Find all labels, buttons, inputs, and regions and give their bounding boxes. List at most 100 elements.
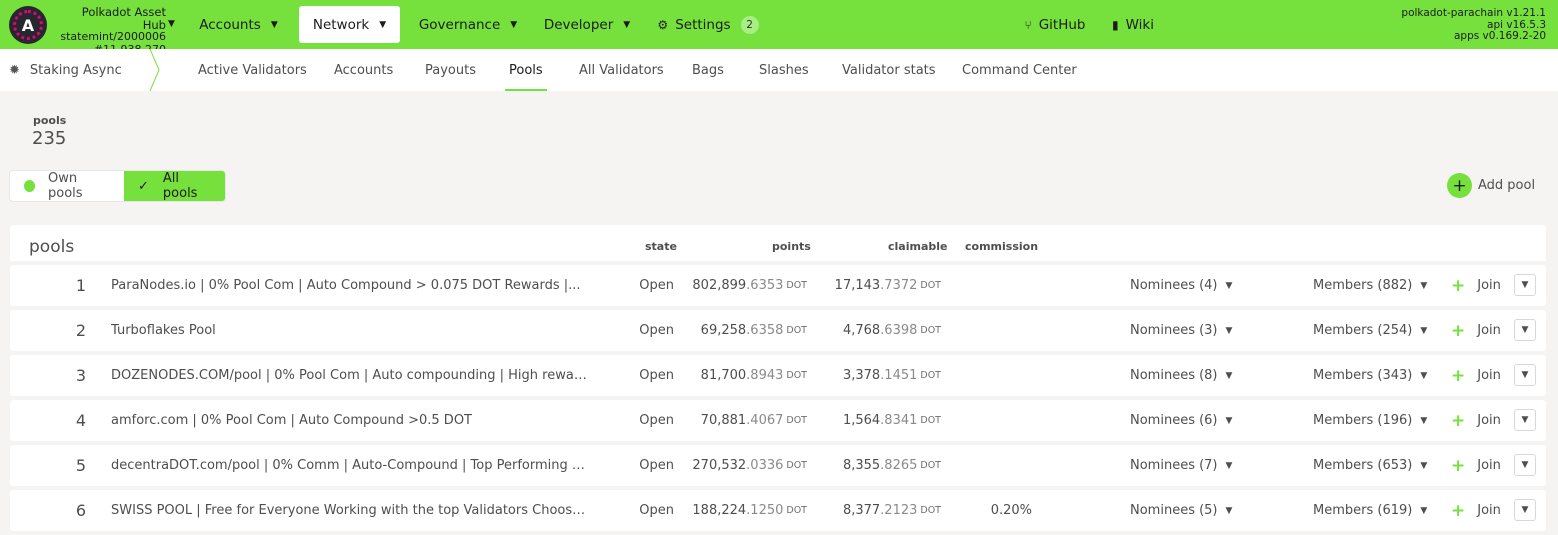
chain-name: Polkadot Asset Hub [81,5,166,32]
pool-points: 69,258.6358 DOT [670,310,807,351]
chevron-down-icon: ▼ [1225,280,1233,291]
chevron-down-icon: ▼ [1420,325,1428,336]
github-link[interactable]: ⑂ GitHub [1020,6,1090,43]
points-unit: DOT [786,415,807,426]
nominees-dropdown[interactable]: Nominees (5) ▼ [1130,490,1240,531]
pool-commission: 0.20% [990,503,1032,518]
claimable-decimal: .7372 [880,278,918,293]
tab-all-validators[interactable]: All Validators [579,49,664,91]
table-row: 2 Turboflakes Pool Open 69,258.6358 DOT 4… [10,310,1546,351]
pool-state: Open [639,458,674,473]
nominees-dropdown[interactable]: Nominees (3) ▼ [1130,310,1240,351]
members-dropdown[interactable]: Members (343) ▼ [1313,355,1443,396]
members-dropdown[interactable]: Members (619) ▼ [1313,490,1443,531]
checkmark-icon: ✓ [138,178,149,194]
claimable-unit: DOT [920,505,941,516]
nominees-dropdown[interactable]: Nominees (7) ▼ [1130,445,1240,486]
join-label: Join [1477,458,1501,473]
book-icon: ▮ [1112,17,1119,32]
tab-active-validators[interactable]: Active Validators [198,49,307,91]
all-pools-button[interactable]: ✓ All pools [124,171,225,201]
chevron-down-icon: ▼ [1420,370,1428,381]
pool-state: Open [639,368,674,383]
row-menu-button[interactable]: ▼ [1514,454,1536,476]
points-integer: 802,899 [692,278,747,293]
nominees-label: Nominees (4) [1130,278,1218,293]
points-decimal: .0336 [746,458,784,473]
chevron-down-icon: ▼ [1420,280,1428,291]
members-dropdown[interactable]: Members (882) ▼ [1313,265,1443,306]
plus-icon: + [1451,455,1466,476]
nominees-dropdown[interactable]: Nominees (4) ▼ [1130,265,1240,306]
nominees-dropdown[interactable]: Nominees (8) ▼ [1130,355,1240,396]
nav-network[interactable]: Network ▼ [299,6,400,43]
chevron-down-icon: ▼ [1420,460,1428,471]
members-dropdown[interactable]: Members (254) ▼ [1313,310,1443,351]
row-menu-button[interactable]: ▼ [1514,364,1536,386]
chevron-down-icon: ▼ [1225,460,1233,471]
nav-governance[interactable]: Governance ▼ [410,6,526,43]
row-menu-button[interactable]: ▼ [1514,499,1536,521]
tab-validator-stats[interactable]: Validator stats [842,49,936,91]
add-pool-button[interactable]: + Add pool [1447,173,1535,198]
tab-bags[interactable]: Bags [692,49,724,91]
points-decimal: .4067 [746,413,784,428]
nav-accounts-label: Accounts [199,16,261,33]
join-button[interactable]: + Join [1451,355,1511,396]
pools-table: pools state points claimable commission … [10,225,1546,535]
claimable-integer: 8,355 [842,458,881,473]
tab-slashes[interactable]: Slashes [759,49,809,91]
points-unit: DOT [786,505,807,516]
claimable-integer: 3,378 [842,368,881,383]
section-title: ✹ Staking Async [9,49,122,91]
app-logo[interactable]: A [9,6,47,44]
chevron-down-icon[interactable]: ▼ [168,19,175,29]
join-label: Join [1477,413,1501,428]
points-decimal: .6353 [746,278,784,293]
header-points: points [772,240,811,253]
chevron-down-icon: ▼ [1521,280,1529,290]
wiki-link[interactable]: ▮ Wiki [1106,6,1160,43]
tab-pools[interactable]: Pools [505,49,547,91]
members-label: Members (343) [1313,368,1413,383]
table-title: pools [29,237,75,257]
own-pools-label: Own pools [47,171,83,201]
chevron-down-icon: ▼ [1521,325,1529,335]
row-menu-button[interactable]: ▼ [1514,319,1536,341]
members-dropdown[interactable]: Members (653) ▼ [1313,445,1443,486]
code-branch-icon: ⑂ [1024,17,1032,32]
nav-settings[interactable]: ⚙ Settings 2 [652,6,764,43]
pool-commission [970,400,1032,441]
plus-icon: + [1447,173,1472,198]
claimable-integer: 4,768 [842,323,881,338]
points-integer: 270,532 [692,458,747,473]
join-button[interactable]: + Join [1451,265,1511,306]
points-integer: 188,224 [692,503,747,518]
join-button[interactable]: + Join [1451,445,1511,486]
apps-version: apps v0.169.2-20 [1453,30,1546,42]
table-row: 4 amforc.com | 0% Pool Com | Auto Compou… [10,400,1546,441]
pool-name: ParaNodes.io | 0% Pool Com | Auto Compou… [111,278,581,293]
tab-command-center[interactable]: Command Center [962,49,1077,91]
points-decimal: .6358 [746,323,784,338]
status-dot-icon [24,180,35,192]
points-decimal: .1250 [746,503,784,518]
own-pools-button[interactable]: Own pools [10,171,124,201]
tab-payouts[interactable]: Payouts [425,49,476,91]
members-dropdown[interactable]: Members (196) ▼ [1313,400,1443,441]
claimable-unit: DOT [920,415,941,426]
row-menu-button[interactable]: ▼ [1514,274,1536,296]
join-button[interactable]: + Join [1451,490,1511,531]
join-button[interactable]: + Join [1451,310,1511,351]
pool-index: 6 [75,501,86,520]
row-menu-button[interactable]: ▼ [1514,409,1536,431]
pool-state: Open [639,413,674,428]
nominees-label: Nominees (3) [1130,323,1218,338]
nominees-dropdown[interactable]: Nominees (6) ▼ [1130,400,1240,441]
nav-accounts[interactable]: Accounts ▼ [188,6,289,43]
claimable-integer: 8,377 [842,503,881,518]
tab-accounts[interactable]: Accounts [334,49,393,91]
join-button[interactable]: + Join [1451,400,1511,441]
table-body: 1 ParaNodes.io | 0% Pool Com | Auto Comp… [10,265,1546,531]
nav-developer[interactable]: Developer ▼ [536,6,638,43]
